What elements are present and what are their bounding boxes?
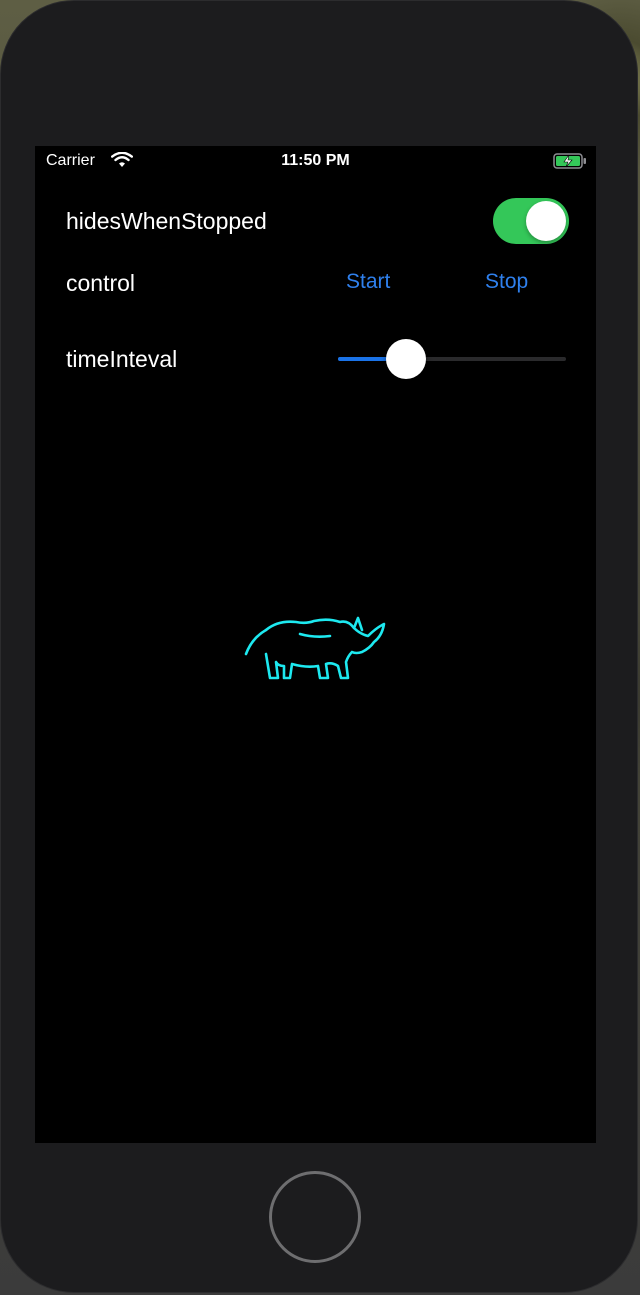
phone-frame: Carrier 11:50 PM hidesWhenStopped contro… bbox=[0, 0, 638, 1293]
rhino-icon bbox=[244, 616, 386, 680]
status-bar: Carrier 11:50 PM bbox=[35, 146, 596, 178]
control-label: control bbox=[66, 270, 136, 296]
start-button[interactable]: Start bbox=[346, 270, 390, 294]
battery-charging-icon bbox=[553, 153, 586, 169]
home-button[interactable] bbox=[269, 1171, 361, 1263]
hides-when-stopped-toggle[interactable] bbox=[493, 198, 569, 244]
time-interval-slider[interactable] bbox=[338, 339, 566, 379]
hides-when-stopped-label: hidesWhenStopped bbox=[66, 208, 267, 234]
phone-screen: Carrier 11:50 PM hidesWhenStopped contro… bbox=[35, 146, 596, 1143]
status-time: 11:50 PM bbox=[281, 152, 350, 169]
time-interval-label: timeInteval bbox=[66, 346, 178, 372]
stop-button[interactable]: Stop bbox=[485, 270, 528, 294]
toggle-knob bbox=[526, 201, 566, 241]
slider-thumb[interactable] bbox=[386, 339, 427, 379]
